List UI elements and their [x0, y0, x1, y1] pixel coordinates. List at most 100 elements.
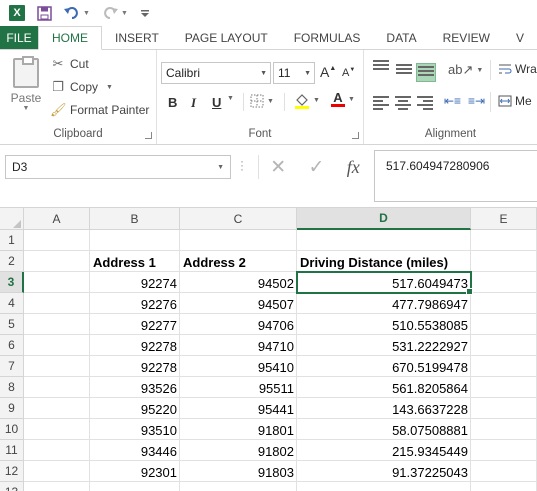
cell-c7[interactable]: 95410 — [180, 356, 297, 377]
chevron-down-icon[interactable]: ▼ — [304, 70, 311, 77]
row-header-13[interactable]: 13 — [0, 482, 24, 491]
cancel-entry-icon[interactable]: ✕ — [270, 156, 286, 179]
cell-c2[interactable]: Address 2 — [180, 251, 297, 272]
cell-e10[interactable] — [471, 419, 537, 440]
align-center-icon[interactable] — [395, 96, 411, 110]
cell-c13[interactable] — [180, 482, 297, 491]
cell-b4[interactable]: 92276 — [90, 293, 180, 314]
insert-function-icon[interactable]: fx — [347, 157, 360, 178]
cell-e7[interactable] — [471, 356, 537, 377]
cell-d9[interactable]: 143.6637228 — [297, 398, 471, 419]
confirm-entry-icon[interactable]: ✓ — [308, 156, 324, 179]
cell-e6[interactable] — [471, 335, 537, 356]
row-header-5[interactable]: 5 — [0, 314, 24, 335]
cell-e8[interactable] — [471, 377, 537, 398]
dialog-launcher-icon[interactable] — [352, 132, 359, 139]
cell-c8[interactable]: 95511 — [180, 377, 297, 398]
cell-d2[interactable]: Driving Distance (miles) — [297, 251, 471, 272]
format-painter-button[interactable]: 🖌 Format Painter — [50, 102, 149, 118]
align-right-icon[interactable] — [417, 96, 433, 110]
row-header-1[interactable]: 1 — [0, 230, 24, 251]
customize-toolbar-icon[interactable] — [140, 8, 150, 18]
row-header-4[interactable]: 4 — [0, 293, 24, 314]
chevron-down-icon[interactable]: ▼ — [83, 10, 90, 17]
cell-a3[interactable] — [24, 272, 90, 293]
cell-a6[interactable] — [24, 335, 90, 356]
cell-a2[interactable] — [24, 251, 90, 272]
cell-a12[interactable] — [24, 461, 90, 482]
cell-c4[interactable]: 94507 — [180, 293, 297, 314]
column-header-b[interactable]: B — [90, 208, 180, 230]
cell-e11[interactable] — [471, 440, 537, 461]
row-header-7[interactable]: 7 — [0, 356, 24, 377]
cell-e1[interactable] — [471, 230, 537, 251]
formula-bar-resize-handle[interactable]: · · · — [240, 155, 244, 175]
cell-a4[interactable] — [24, 293, 90, 314]
cell-d13[interactable] — [297, 482, 471, 491]
cell-b9[interactable]: 95220 — [90, 398, 180, 419]
cell-a11[interactable] — [24, 440, 90, 461]
align-bottom-icon[interactable] — [416, 63, 436, 82]
underline-button[interactable]: U — [212, 95, 221, 110]
dialog-launcher-icon[interactable] — [145, 132, 152, 139]
increase-indent-button[interactable]: ≡⇥ — [468, 94, 485, 108]
cell-b12[interactable]: 92301 — [90, 461, 180, 482]
cell-c6[interactable]: 94710 — [180, 335, 297, 356]
chevron-down-icon[interactable]: ▼ — [8, 105, 44, 112]
tab-formulas[interactable]: FORMULAS — [281, 26, 374, 49]
redo-icon[interactable]: ▼ — [102, 6, 128, 20]
font-color-button[interactable]: A ▼ — [331, 91, 355, 107]
wrap-text-button[interactable]: Wra — [498, 62, 537, 76]
borders-button[interactable]: ▼ — [250, 94, 274, 108]
tab-review[interactable]: REVIEW — [430, 26, 503, 49]
tab-file[interactable]: FILE — [0, 26, 38, 49]
cell-a1[interactable] — [24, 230, 90, 251]
cell-e3[interactable] — [471, 272, 537, 293]
underline-dropdown[interactable]: ▼ — [224, 95, 234, 102]
cell-d5[interactable]: 510.5538085 — [297, 314, 471, 335]
cell-c3[interactable]: 94502 — [180, 272, 297, 293]
cell-c5[interactable]: 94706 — [180, 314, 297, 335]
decrease-indent-button[interactable]: ⇤≡ — [444, 94, 461, 108]
cell-a7[interactable] — [24, 356, 90, 377]
row-header-10[interactable]: 10 — [0, 419, 24, 440]
column-header-e[interactable]: E — [471, 208, 537, 230]
cell-c1[interactable] — [180, 230, 297, 251]
fill-color-button[interactable]: ▼ — [294, 92, 320, 109]
cell-e9[interactable] — [471, 398, 537, 419]
cell-c11[interactable]: 91802 — [180, 440, 297, 461]
cell-b10[interactable]: 93510 — [90, 419, 180, 440]
chevron-down-icon[interactable]: ▼ — [217, 164, 224, 171]
tab-home[interactable]: HOME — [38, 26, 102, 50]
tab-page-layout[interactable]: PAGE LAYOUT — [172, 26, 281, 49]
cell-c9[interactable]: 95441 — [180, 398, 297, 419]
cell-b1[interactable] — [90, 230, 180, 251]
cell-d11[interactable]: 215.9345449 — [297, 440, 471, 461]
cell-d10[interactable]: 58.07508881 — [297, 419, 471, 440]
copy-button[interactable]: ❐ Copy ▼ — [50, 79, 113, 95]
cell-b7[interactable]: 92278 — [90, 356, 180, 377]
cell-c12[interactable]: 91803 — [180, 461, 297, 482]
cell-d6[interactable]: 531.2222927 — [297, 335, 471, 356]
column-header-a[interactable]: A — [24, 208, 90, 230]
align-left-icon[interactable] — [373, 96, 389, 110]
cell-d7[interactable]: 670.5199478 — [297, 356, 471, 377]
cell-e5[interactable] — [471, 314, 537, 335]
cell-c10[interactable]: 91801 — [180, 419, 297, 440]
chevron-down-icon[interactable]: ▼ — [121, 10, 128, 17]
row-header-11[interactable]: 11 — [0, 440, 24, 461]
cell-b6[interactable]: 92278 — [90, 335, 180, 356]
align-middle-icon[interactable] — [396, 64, 412, 78]
chevron-down-icon[interactable]: ▼ — [260, 70, 267, 77]
formula-input[interactable]: 517.604947280906 — [374, 150, 537, 202]
cell-a10[interactable] — [24, 419, 90, 440]
row-header-6[interactable]: 6 — [0, 335, 24, 356]
cell-b5[interactable]: 92277 — [90, 314, 180, 335]
select-all-button[interactable] — [0, 208, 24, 230]
cell-a5[interactable] — [24, 314, 90, 335]
cell-b3[interactable]: 92274 — [90, 272, 180, 293]
bold-button[interactable]: B — [168, 95, 177, 110]
name-box[interactable]: D3 ▼ — [5, 155, 231, 179]
cell-d1[interactable] — [297, 230, 471, 251]
font-name-select[interactable]: Calibri ▼ — [161, 62, 271, 84]
